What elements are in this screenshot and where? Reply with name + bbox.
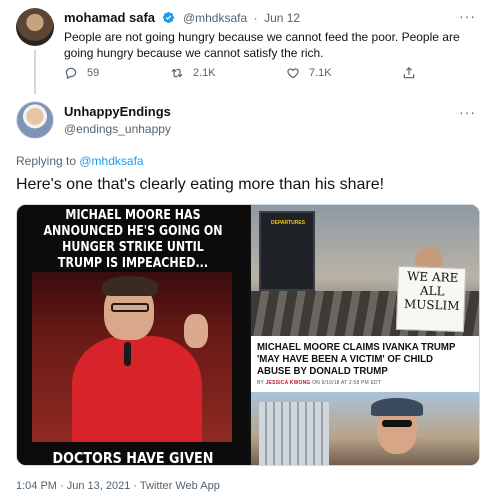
reply-count: 59 bbox=[87, 67, 100, 79]
departures-label: DEPARTURES bbox=[271, 220, 306, 226]
article-headline: MICHAEL MOORE CLAIMS IVANKA TRUMP 'MAY H… bbox=[257, 341, 456, 377]
like-count: 7.1K bbox=[309, 67, 332, 79]
meme-image[interactable]: MICHAEL MOORE HAS ANNOUNCED HE'S GOING O… bbox=[17, 205, 249, 466]
more-options-icon[interactable]: ··· bbox=[459, 8, 476, 24]
byline-date: ON 9/10/18 AT 2:58 PM EDT bbox=[310, 380, 382, 386]
avatar[interactable] bbox=[16, 101, 54, 139]
like-button[interactable]: 7.1K bbox=[286, 66, 332, 80]
cap-icon bbox=[371, 398, 423, 416]
tweet-text: Here's one that's clearly eating more th… bbox=[16, 176, 385, 193]
display-name[interactable]: mohamad safa bbox=[64, 10, 155, 25]
separator: · bbox=[253, 11, 258, 25]
tweet-media[interactable]: MICHAEL MOORE HAS ANNOUNCED HE'S GOING O… bbox=[16, 204, 480, 466]
parent-tweet[interactable]: mohamad safa @mhdksafa · Jun 12 ··· Peop… bbox=[0, 0, 490, 94]
retweet-button[interactable]: 2.1K bbox=[170, 66, 216, 80]
meme-bottom-caption: DOCTORS HAVE GIVEN bbox=[52, 449, 214, 466]
replying-prefix: Replying to bbox=[16, 154, 80, 168]
verified-badge-icon bbox=[162, 11, 174, 24]
tweet-header: UnhappyEndings @endings_unhappy bbox=[64, 104, 171, 136]
tweet-header: mohamad safa @mhdksafa · Jun 12 bbox=[64, 9, 300, 27]
share-icon bbox=[403, 66, 415, 79]
reply-icon bbox=[65, 67, 77, 80]
street-photo[interactable] bbox=[251, 392, 479, 465]
byline-author: JESSICA KWONG bbox=[265, 380, 311, 386]
thread-connector bbox=[34, 50, 36, 94]
avatar[interactable] bbox=[16, 8, 54, 46]
more-options-icon[interactable]: ··· bbox=[459, 104, 476, 120]
news-article[interactable]: MICHAEL MOORE CLAIMS IVANKA TRUMP 'MAY H… bbox=[251, 336, 479, 392]
departures-board: DEPARTURES bbox=[259, 211, 315, 291]
tweet-date[interactable]: Jun 12 bbox=[264, 11, 300, 25]
sunglasses-icon bbox=[382, 420, 412, 427]
microphone-icon bbox=[124, 342, 131, 366]
tweet-timestamp[interactable]: 1:04 PM · Jun 13, 2021 · Twitter Web App bbox=[16, 480, 220, 492]
retweet-icon bbox=[171, 68, 183, 78]
byline-prefix: BY bbox=[257, 380, 266, 386]
tweet-text: People are not going hungry because we c… bbox=[64, 30, 460, 60]
article-byline: BY JESSICA KWONG ON 9/10/18 AT 2:58 PM E… bbox=[257, 380, 381, 386]
building bbox=[259, 402, 329, 465]
handle[interactable]: @mhdksafa bbox=[183, 11, 247, 25]
protest-sign: WE ARE ALL MUSLIM bbox=[395, 265, 467, 333]
sign-text: WE ARE ALL MUSLIM bbox=[403, 269, 460, 313]
share-button[interactable] bbox=[402, 66, 425, 80]
handle[interactable]: @endings_unhappy bbox=[64, 122, 171, 136]
display-name[interactable]: UnhappyEndings bbox=[64, 104, 171, 119]
airport-photo[interactable]: DEPARTURES WE ARE ALL MUSLIM bbox=[251, 205, 479, 336]
glasses-icon bbox=[111, 303, 149, 312]
raised-hand bbox=[184, 314, 208, 348]
tweet-actions: 59 2.1K 7.1K bbox=[64, 66, 424, 82]
meme-photo bbox=[32, 272, 232, 442]
replying-to-link[interactable]: @mhdksafa bbox=[79, 154, 143, 168]
meme-top-caption: MICHAEL MOORE HAS ANNOUNCED HE'S GOING O… bbox=[43, 207, 223, 271]
heart-icon bbox=[287, 68, 299, 79]
person-body bbox=[72, 336, 202, 442]
retweet-count: 2.1K bbox=[193, 67, 216, 79]
person-hair bbox=[102, 276, 158, 296]
replying-to: Replying to @mhdksafa bbox=[16, 154, 144, 168]
reply-button[interactable]: 59 bbox=[64, 66, 99, 80]
